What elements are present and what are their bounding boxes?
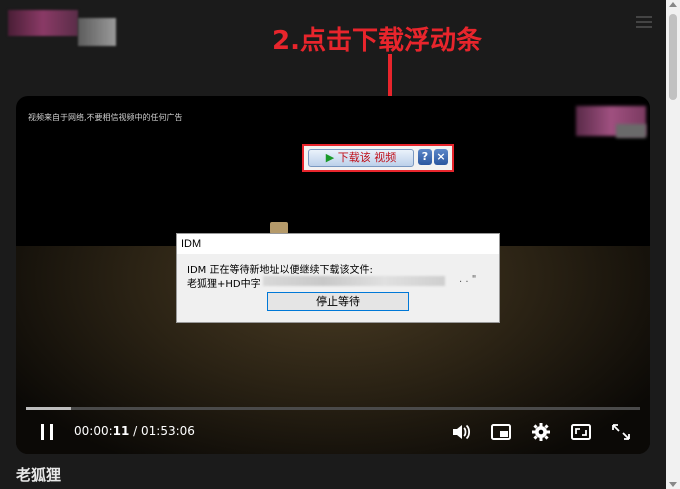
- page-title: 老狐狸: [16, 466, 62, 484]
- dialog-title: IDM: [177, 234, 499, 254]
- time-separator: /: [129, 424, 141, 438]
- video-player[interactable]: 视频来自于网络,不要相信视频中的任何广告 ▶ 下载该 视频 ? × IDM ID…: [16, 96, 650, 454]
- idm-download-button[interactable]: ▶ 下载该 视频: [308, 149, 414, 167]
- settings-gear-icon[interactable]: [530, 422, 552, 442]
- scrollbar-thumb[interactable]: [669, 14, 677, 100]
- fullscreen-icon[interactable]: [610, 422, 632, 442]
- close-icon[interactable]: ×: [434, 149, 448, 165]
- video-disclaimer: 视频来自于网络,不要相信视频中的任何广告: [28, 113, 183, 122]
- progress-bar[interactable]: [26, 407, 640, 410]
- scroll-down-icon[interactable]: [669, 482, 677, 487]
- dialog-filename: 老狐狸+HD中字: [187, 279, 261, 290]
- idm-download-panel[interactable]: ▶ 下载该 视频 ? ×: [302, 144, 454, 172]
- site-logo[interactable]: [8, 10, 116, 46]
- pause-icon[interactable]: [40, 424, 54, 440]
- hamburger-icon[interactable]: [636, 16, 652, 28]
- idm-download-label: 下载该 视频: [337, 151, 397, 164]
- stop-waiting-button[interactable]: 停止等待: [267, 292, 409, 311]
- scroll-up-icon[interactable]: [669, 2, 677, 7]
- idm-waiting-dialog: IDM IDM 正在等待新地址以便继续下载该文件: 老狐狸+HD中字 . . "…: [176, 233, 500, 323]
- time-display: 00:00:11 / 01:53:06: [74, 424, 195, 438]
- channel-watermark-sub: [616, 124, 646, 138]
- dialog-message: IDM 正在等待新地址以便继续下载该文件:: [187, 265, 373, 276]
- filename-ellipsis: . . ": [459, 274, 477, 285]
- current-time: 00:00:11: [74, 424, 130, 438]
- picture-in-picture-icon[interactable]: [490, 422, 512, 442]
- volume-icon[interactable]: [450, 422, 472, 442]
- duration: 01:53:06: [141, 424, 195, 438]
- play-triangle-icon: ▶: [325, 151, 335, 164]
- instruction-annotation: 2.点击下载浮动条: [272, 26, 482, 56]
- progress-played: [26, 407, 72, 410]
- page-scrollbar[interactable]: [666, 0, 680, 489]
- filename-redacted: [263, 276, 445, 286]
- help-icon[interactable]: ?: [418, 149, 432, 165]
- theater-mode-icon[interactable]: [570, 422, 592, 442]
